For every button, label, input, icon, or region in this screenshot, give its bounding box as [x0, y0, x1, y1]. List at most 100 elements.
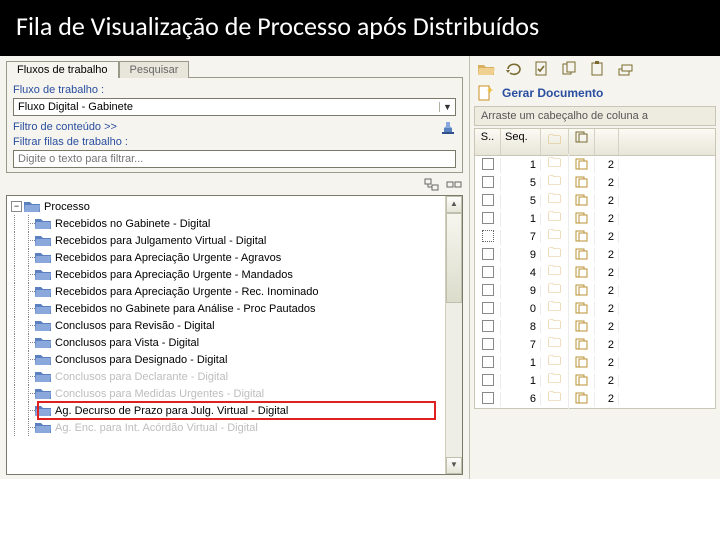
filtro-conteudo-link[interactable]: Filtro de conteúdo >> — [13, 120, 456, 134]
tab-pesquisar[interactable]: Pesquisar — [119, 61, 190, 78]
gerar-documento-link[interactable]: Gerar Documento — [502, 86, 603, 100]
grid-row[interactable]: 9🗀2 — [475, 246, 715, 264]
document-sparkle-icon[interactable] — [476, 84, 496, 102]
tree-root-label: Processo — [44, 201, 90, 213]
col-select-header[interactable]: S.. — [475, 129, 501, 155]
tree-scrollbar[interactable]: ▲ ▼ — [445, 196, 462, 474]
stack-icon[interactable] — [616, 60, 636, 78]
cell-copy-icon[interactable] — [569, 374, 595, 389]
stamp-icon[interactable] — [440, 120, 456, 134]
grid-row[interactable]: 7🗀2 — [475, 228, 715, 246]
grid-row[interactable]: 8🗀2 — [475, 318, 715, 336]
tree-item[interactable]: Conclusos para Vista - Digital — [7, 334, 462, 351]
cell-seq: 1 — [501, 213, 541, 225]
row-checkbox[interactable] — [482, 338, 494, 350]
tree-root[interactable]: − Processo — [7, 198, 462, 215]
refresh-icon[interactable] — [504, 60, 524, 78]
tree-item[interactable]: Conclusos para Declarante - Digital — [7, 368, 462, 385]
row-checkbox[interactable] — [482, 158, 494, 170]
grid-row[interactable]: 1🗀2 — [475, 210, 715, 228]
scroll-thumb[interactable] — [446, 213, 462, 303]
scroll-down-icon[interactable]: ▼ — [446, 457, 462, 474]
cell-copy-icon[interactable] — [569, 356, 595, 371]
filtrar-filas-input[interactable] — [13, 150, 456, 168]
cell-copy-icon[interactable] — [569, 338, 595, 353]
cell-copy-icon[interactable] — [569, 302, 595, 317]
grid-row[interactable]: 1🗀2 — [475, 372, 715, 390]
row-checkbox[interactable] — [482, 212, 494, 224]
chevron-down-icon[interactable]: ▼ — [439, 102, 455, 112]
col-seq-header[interactable]: Seq. — [501, 129, 541, 155]
row-checkbox[interactable] — [482, 266, 494, 278]
tree-item[interactable]: Recebidos para Apreciação Urgente - Rec.… — [7, 283, 462, 300]
row-checkbox[interactable] — [482, 194, 494, 206]
tree-item-label: Ag. Enc. para Int. Acórdão Virtual - Dig… — [55, 422, 258, 434]
grid-row[interactable]: 7🗀2 — [475, 336, 715, 354]
col-icon2-header[interactable] — [569, 129, 595, 155]
row-checkbox[interactable] — [482, 284, 494, 296]
cell-folder-icon[interactable]: 🗀 — [541, 388, 569, 410]
cell-n: 2 — [595, 213, 619, 225]
cell-copy-icon[interactable] — [569, 230, 595, 245]
row-checkbox[interactable] — [482, 176, 494, 188]
cell-copy-icon[interactable] — [569, 212, 595, 227]
cell-copy-icon[interactable] — [569, 392, 595, 407]
grid-row[interactable]: 4🗀2 — [475, 264, 715, 282]
row-checkbox[interactable] — [482, 248, 494, 260]
copy-icon[interactable] — [560, 60, 580, 78]
col-icon1-header[interactable]: 🗀 — [541, 129, 569, 155]
tree-item[interactable]: Conclusos para Designado - Digital — [7, 351, 462, 368]
row-checkbox[interactable] — [482, 374, 494, 386]
cell-copy-icon[interactable] — [569, 176, 595, 191]
cell-copy-icon[interactable] — [569, 320, 595, 335]
row-checkbox[interactable] — [482, 320, 494, 332]
tree-item[interactable]: Recebidos para Apreciação Urgente - Agra… — [7, 249, 462, 266]
cell-copy-icon[interactable] — [569, 266, 595, 281]
page-title: Fila de Visualização de Processo após Di… — [0, 0, 720, 56]
expand-all-icon[interactable] — [423, 177, 441, 193]
tree-item[interactable]: Ag. Enc. para Int. Acórdão Virtual - Dig… — [7, 419, 462, 436]
cell-copy-icon[interactable] — [569, 248, 595, 263]
tab-fluxos[interactable]: Fluxos de trabalho — [6, 61, 119, 78]
col-n-header[interactable] — [595, 129, 619, 155]
tree-item[interactable]: Ag. Decurso de Prazo para Julg. Virtual … — [7, 402, 462, 419]
fluxo-combo[interactable]: Fluxo Digital - Gabinete ▼ — [13, 98, 456, 116]
right-pane: Gerar Documento Arraste um cabeçalho de … — [470, 56, 720, 479]
cell-n: 2 — [595, 159, 619, 171]
grid-row[interactable]: 1🗀2 — [475, 156, 715, 174]
collapse-icon[interactable]: − — [11, 201, 22, 212]
grid-row[interactable]: 5🗀2 — [475, 174, 715, 192]
tree-item[interactable]: Recebidos no Gabinete para Análise - Pro… — [7, 300, 462, 317]
cell-n: 2 — [595, 177, 619, 189]
cell-seq: 0 — [501, 303, 541, 315]
tree-item[interactable]: Recebidos no Gabinete - Digital — [7, 215, 462, 232]
folder-icon — [35, 234, 51, 247]
workflow-tree: − Processo Recebidos no Gabinete - Digital… — [6, 195, 463, 475]
grid-row[interactable]: 5🗀2 — [475, 192, 715, 210]
folder-icon — [35, 302, 51, 315]
grid-row[interactable]: 6🗀2 — [475, 390, 715, 408]
grid-row[interactable]: 1🗀2 — [475, 354, 715, 372]
tree-item[interactable]: Conclusos para Revisão - Digital — [7, 317, 462, 334]
tree-item[interactable]: Conclusos para Medidas Urgentes - Digita… — [7, 385, 462, 402]
row-checkbox[interactable] — [482, 230, 494, 242]
cell-copy-icon[interactable] — [569, 194, 595, 209]
scroll-up-icon[interactable]: ▲ — [446, 196, 462, 213]
cell-copy-icon[interactable] — [569, 284, 595, 299]
tree-item[interactable]: Recebidos para Julgamento Virtual - Digi… — [7, 232, 462, 249]
check-doc-icon[interactable] — [532, 60, 552, 78]
folder-icon — [24, 200, 40, 213]
cell-copy-icon[interactable] — [569, 158, 595, 173]
collapse-all-icon[interactable] — [445, 177, 463, 193]
row-checkbox[interactable] — [482, 356, 494, 368]
open-folder-icon[interactable] — [476, 60, 496, 78]
grid-row[interactable]: 9🗀2 — [475, 282, 715, 300]
paste-icon[interactable] — [588, 60, 608, 78]
tree-item-label: Recebidos no Gabinete para Análise - Pro… — [55, 303, 316, 315]
grid-row[interactable]: 0🗀2 — [475, 300, 715, 318]
tree-item-label: Recebidos para Apreciação Urgente - Rec.… — [55, 286, 319, 298]
tree-item[interactable]: Recebidos para Apreciação Urgente - Mand… — [7, 266, 462, 283]
row-checkbox[interactable] — [482, 302, 494, 314]
row-checkbox[interactable] — [482, 392, 494, 404]
tree-item-label: Conclusos para Vista - Digital — [55, 337, 199, 349]
